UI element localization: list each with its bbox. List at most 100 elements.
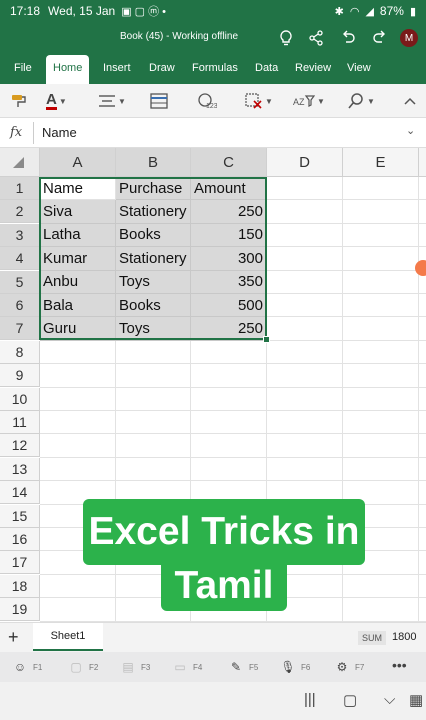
keyboard-button[interactable]: ▤ F3 [118, 657, 150, 677]
cell[interactable] [267, 270, 343, 294]
cell[interactable] [343, 247, 419, 271]
select-all-button[interactable] [0, 148, 40, 177]
cell[interactable] [267, 434, 343, 458]
cell[interactable]: Toys [116, 270, 191, 294]
document-title[interactable]: Book (45) - Working offline [120, 31, 238, 42]
voice-button[interactable]: 🎙 F6 [278, 657, 310, 677]
tab-insert[interactable]: Insert [103, 62, 131, 74]
cell[interactable] [267, 177, 343, 201]
cell[interactable] [419, 598, 426, 622]
row-header[interactable]: 18 [0, 574, 40, 598]
row-header[interactable]: 16 [0, 528, 40, 551]
column-header-c[interactable]: C [191, 148, 267, 177]
cell[interactable] [343, 223, 419, 248]
cell[interactable] [419, 294, 426, 318]
row-header[interactable]: 19 [0, 598, 40, 622]
more-icon[interactable]: ••• [392, 657, 407, 673]
row-header[interactable]: 9 [0, 364, 40, 388]
cell[interactable] [419, 364, 426, 388]
cell[interactable]: 150 [191, 223, 267, 248]
cell[interactable] [419, 200, 426, 224]
cell[interactable] [191, 457, 267, 482]
cell[interactable]: Siva [40, 200, 116, 224]
cell[interactable]: Stationery [116, 200, 191, 224]
row-header[interactable]: 4 [0, 247, 40, 271]
column-header-a[interactable]: A [40, 148, 116, 177]
cell[interactable] [40, 364, 116, 388]
cell[interactable]: Books [116, 294, 191, 318]
row-header[interactable]: 6 [0, 294, 40, 317]
cell[interactable] [343, 317, 419, 341]
cell[interactable] [116, 387, 191, 411]
keyboard-icon[interactable]: ▦ [409, 691, 423, 709]
cell[interactable] [419, 575, 426, 599]
cell[interactable]: 250 [191, 317, 267, 341]
lightbulb-icon[interactable] [276, 28, 296, 48]
tab-view[interactable]: View [347, 62, 371, 74]
row-header[interactable]: 13 [0, 457, 40, 481]
row-header[interactable]: 5 [0, 270, 40, 294]
row-header[interactable]: 15 [0, 504, 40, 528]
row-header[interactable]: 2 [0, 200, 40, 224]
formula-input[interactable]: Name [42, 125, 77, 140]
cell[interactable] [191, 340, 267, 365]
cell[interactable]: 350 [191, 270, 267, 294]
clear-button[interactable]: ▼ [245, 91, 273, 111]
cell[interactable] [267, 340, 343, 365]
format-painter-icon[interactable] [10, 91, 28, 111]
cell[interactable]: Anbu [40, 270, 116, 294]
cell[interactable]: Bala [40, 294, 116, 318]
cell[interactable] [419, 177, 426, 201]
cell[interactable] [116, 340, 191, 365]
column-header-f[interactable] [419, 148, 426, 177]
cell[interactable] [40, 411, 116, 435]
cell[interactable] [267, 387, 343, 411]
cell[interactable]: Toys [116, 317, 191, 341]
sum-label[interactable]: SUM [358, 631, 386, 645]
cell[interactable] [191, 434, 267, 458]
row-header[interactable]: 1 [0, 177, 40, 200]
row-header[interactable]: 17 [0, 551, 40, 575]
cell[interactable] [343, 270, 419, 294]
align-button[interactable]: ▼ [98, 91, 126, 111]
add-sheet-button[interactable]: + [8, 627, 19, 648]
cell[interactable] [116, 411, 191, 435]
cell[interactable] [343, 387, 419, 411]
row-header[interactable]: 11 [0, 411, 40, 434]
row-header[interactable]: 10 [0, 387, 40, 411]
cell[interactable]: Guru [40, 317, 116, 341]
cell[interactable]: Latha [40, 223, 116, 248]
cell[interactable] [419, 481, 426, 505]
cell[interactable] [116, 434, 191, 458]
cell[interactable] [343, 411, 419, 435]
cell[interactable] [343, 200, 419, 224]
cell[interactable] [191, 411, 267, 435]
cell[interactable] [419, 434, 426, 458]
recent-apps-icon[interactable]: ||| [304, 691, 316, 708]
tab-formulas[interactable]: Formulas [192, 62, 238, 74]
avatar[interactable]: M [400, 29, 418, 47]
scroll-indicator[interactable] [415, 260, 426, 276]
home-icon[interactable]: ▢ [343, 691, 357, 709]
cell[interactable] [40, 387, 116, 411]
cell[interactable] [191, 387, 267, 411]
cell[interactable] [267, 411, 343, 435]
row-header[interactable]: 8 [0, 340, 40, 364]
cell[interactable] [343, 294, 419, 318]
chevron-down-icon[interactable]: ⌄ [406, 124, 415, 137]
row-header[interactable]: 12 [0, 434, 40, 458]
chevron-up-icon[interactable] [404, 91, 416, 111]
font-color-button[interactable]: A ▼ [46, 91, 67, 111]
cell[interactable] [40, 457, 116, 482]
cell[interactable] [343, 457, 419, 482]
cell[interactable] [40, 434, 116, 458]
cell[interactable] [267, 247, 343, 271]
column-header-b[interactable]: B [116, 148, 191, 177]
cell[interactable] [267, 364, 343, 388]
emoji-button[interactable]: ☺ F1 [10, 657, 42, 677]
fill-handle[interactable] [263, 336, 270, 343]
column-header-e[interactable]: E [343, 148, 419, 177]
cell[interactable] [343, 364, 419, 388]
cell[interactable]: 300 [191, 247, 267, 271]
cell[interactable] [419, 224, 426, 248]
